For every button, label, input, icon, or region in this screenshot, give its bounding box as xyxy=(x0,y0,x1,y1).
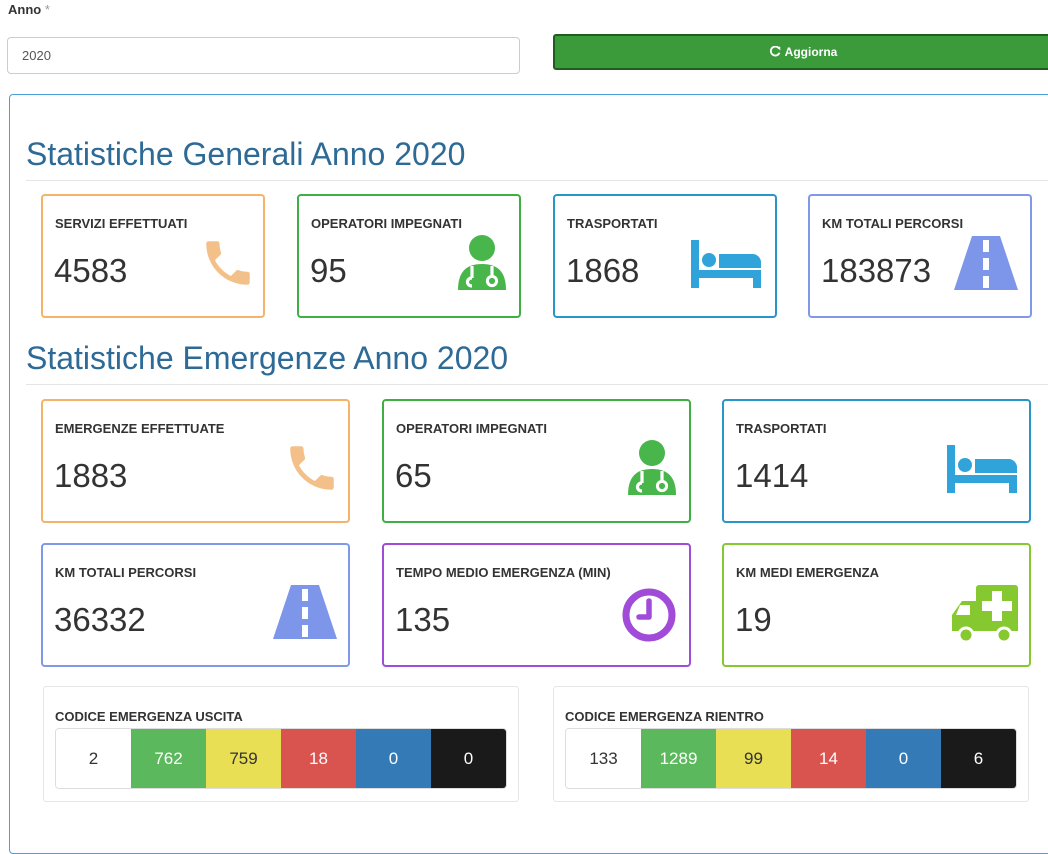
card-label: KM TOTALI PERCORSI xyxy=(822,216,964,231)
emergency-divider xyxy=(26,384,1048,385)
card-label: KM TOTALI PERCORSI xyxy=(55,565,197,580)
code-cell-blue: 0 xyxy=(866,729,941,788)
general-stats-title: Statistiche Generali Anno 2020 xyxy=(26,136,466,172)
emergency-stats-title: Statistiche Emergenze Anno 2020 xyxy=(26,340,509,376)
bed-icon xyxy=(691,240,761,288)
code-cell-yellow: 99 xyxy=(716,729,791,788)
card-value: 36332 xyxy=(54,601,146,638)
year-input[interactable] xyxy=(7,37,520,74)
exit-code-panel: CODICE EMERGENZA USCITA 2 762 759 18 0 0 xyxy=(43,686,519,802)
return-code-row: 133 1289 99 14 0 6 xyxy=(565,728,1017,789)
code-cell-black: 0 xyxy=(431,729,506,788)
doctor-icon xyxy=(458,235,506,290)
code-cell-red: 14 xyxy=(791,729,866,788)
refresh-icon xyxy=(769,46,780,57)
exit-code-row: 2 762 759 18 0 0 xyxy=(55,728,507,789)
code-cell-black: 6 xyxy=(941,729,1016,788)
card-value: 4583 xyxy=(54,252,128,289)
code-cell-white: 2 xyxy=(56,729,131,788)
clock-icon xyxy=(622,588,676,642)
card-value: 1883 xyxy=(54,457,128,494)
card-label: EMERGENZE EFFETTUATE xyxy=(55,421,225,436)
card-km-totali: KM TOTALI PERCORSI 183873 xyxy=(808,194,1032,318)
refresh-button[interactable]: Aggiorna xyxy=(553,34,1048,70)
bed-icon xyxy=(947,445,1017,493)
code-cell-green: 1289 xyxy=(641,729,716,788)
card-servizi-effettuati: SERVIZI EFFETTUATI 4583 xyxy=(41,194,265,318)
phone-icon xyxy=(290,446,334,490)
card-value: 95 xyxy=(310,252,347,289)
road-icon xyxy=(954,236,1018,290)
year-label: Anno * xyxy=(8,2,50,17)
card-value: 65 xyxy=(395,457,432,494)
card-label: TRASPORTATI xyxy=(736,421,827,436)
card-tempo-medio: TEMPO MEDIO EMERGENZA (min) 135 xyxy=(382,543,691,667)
required-mark: * xyxy=(44,2,50,17)
return-code-title: CODICE EMERGENZA RIENTRO xyxy=(565,709,764,724)
card-operatori-impegnati: OPERATORI IMPEGNATI 95 xyxy=(297,194,521,318)
card-value: 1868 xyxy=(566,252,640,289)
code-cell-red: 18 xyxy=(281,729,356,788)
code-cell-white: 133 xyxy=(566,729,641,788)
phone-icon xyxy=(206,241,250,285)
refresh-button-label: Aggiorna xyxy=(784,45,838,59)
card-trasportati: TRASPORTATI 1868 xyxy=(553,194,777,318)
return-code-panel: CODICE EMERGENZA RIENTRO 133 1289 99 14 … xyxy=(553,686,1029,802)
card-label: OPERATORI IMPEGNATI xyxy=(396,421,547,436)
card-label: KM MEDI EMERGENZA xyxy=(736,565,879,580)
general-divider xyxy=(26,180,1048,181)
year-label-text: Anno xyxy=(8,2,42,17)
card-label: OPERATORI IMPEGNATI xyxy=(311,216,462,231)
card-emergenze-effettuate: EMERGENZE EFFETTUATE 1883 xyxy=(41,399,350,523)
card-value: 135 xyxy=(395,601,451,638)
card-label: SERVIZI EFFETTUATI xyxy=(55,216,188,231)
card-km-medi: KM MEDI EMERGENZA 19 xyxy=(722,543,1031,667)
card-value: 19 xyxy=(735,601,772,638)
card-label: TEMPO MEDIO EMERGENZA (min) xyxy=(396,565,611,580)
code-cell-yellow: 759 xyxy=(206,729,281,788)
code-cell-green: 762 xyxy=(131,729,206,788)
card-km-totali-emergenza: KM TOTALI PERCORSI 36332 xyxy=(41,543,350,667)
ambulance-icon xyxy=(952,585,1018,643)
card-value: 183873 xyxy=(821,252,932,289)
card-value: 1414 xyxy=(735,457,809,494)
code-cell-blue: 0 xyxy=(356,729,431,788)
card-operatori-impegnati-emergenza: OPERATORI IMPEGNATI 65 xyxy=(382,399,691,523)
doctor-icon xyxy=(628,440,676,495)
card-trasportati-emergenza: TRASPORTATI 1414 xyxy=(722,399,1031,523)
card-label: TRASPORTATI xyxy=(567,216,658,231)
exit-code-title: CODICE EMERGENZA USCITA xyxy=(55,709,243,724)
road-icon xyxy=(273,585,337,639)
